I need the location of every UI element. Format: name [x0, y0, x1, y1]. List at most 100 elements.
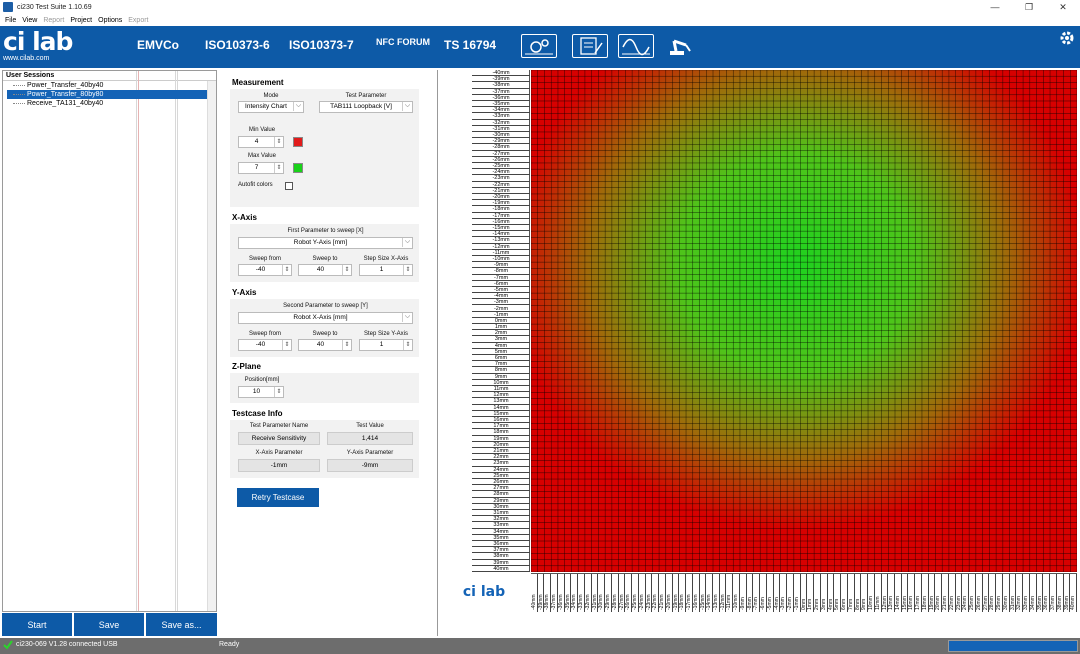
x-tick-label: 26mm	[976, 574, 983, 612]
start-button[interactable]: Start	[2, 613, 72, 636]
close-button[interactable]: ✕	[1046, 0, 1080, 14]
max-color-swatch[interactable]	[293, 163, 303, 173]
y-step-size-label: Step Size Y-Axis	[363, 331, 409, 337]
autofit-label: Autofit colors	[238, 182, 273, 188]
session-item-label: Power_Transfer_40by40	[27, 82, 104, 89]
robot-arm-icon[interactable]	[664, 34, 700, 58]
x-tick-label: -1mm	[794, 574, 801, 612]
minimize-button[interactable]: —	[978, 0, 1012, 14]
autofit-checkbox[interactable]	[285, 182, 293, 190]
x-tick-label: 37mm	[1050, 574, 1057, 612]
x-tick-label: -14mm	[706, 574, 713, 612]
oscilloscope-icon[interactable]	[618, 34, 654, 58]
y-step-size-input[interactable]: 1	[359, 339, 413, 351]
iso10373-6-logo: ISO10373-6	[205, 38, 270, 52]
min-color-swatch[interactable]	[293, 137, 303, 147]
menu-view[interactable]: View	[22, 17, 37, 24]
session-item-label: Receive_TA131_40by40	[27, 100, 104, 107]
y-axis-card: Second Parameter to sweep [Y] Robot X-Ax…	[230, 299, 419, 357]
test-parameter-select[interactable]: TAB111 Loopback [V]	[319, 101, 413, 113]
menu-options[interactable]: Options	[98, 17, 122, 24]
y-sweep-from-label: Sweep from	[248, 331, 281, 337]
user-sessions-header: User Sessions	[3, 71, 216, 81]
x-axis-labels: -40mm -39mm -38mm -37mm -36mm -35mm -34mm -33mm…	[531, 573, 1077, 612]
mode-label: Mode	[263, 93, 279, 99]
checklist-icon[interactable]	[572, 34, 608, 58]
min-value-label: Min Value	[248, 127, 276, 133]
max-value-input[interactable]: 7	[238, 162, 284, 174]
maximize-button[interactable]: ❐	[1012, 0, 1046, 14]
y-sweep-to-input[interactable]: 40	[298, 339, 352, 351]
test-value-label: Test Value	[356, 423, 384, 429]
x-tick-label: 29mm	[996, 574, 1003, 612]
gear-icon[interactable]	[1058, 29, 1076, 47]
sessions-scrollbar[interactable]	[207, 81, 216, 611]
menu-project[interactable]: Project	[70, 17, 92, 24]
save-as-button[interactable]: Save as...	[146, 613, 217, 636]
cilab-corner-logo: ci lab	[462, 584, 506, 600]
nfc-forum-logo: NFC FORUM	[376, 37, 430, 47]
y-param-select[interactable]: Robot X-Axis [mm]	[238, 312, 413, 324]
emvco-logo: EMVCo	[137, 38, 179, 52]
min-value-input[interactable]: 4	[238, 136, 284, 148]
x-tick-label: -18mm	[679, 574, 687, 612]
session-item[interactable]: Receive_TA131_40by40	[7, 99, 208, 108]
y-axis-parameter-value: -9mm	[327, 459, 413, 472]
x-tick-label: -6mm	[760, 574, 767, 612]
y-tick-label: 40mm	[472, 566, 530, 572]
cilab-logo-text: ci lab	[3, 27, 73, 56]
x-tick-label: 21mm	[942, 574, 949, 612]
x-tick-label: -10mm	[733, 574, 740, 612]
retry-testcase-button[interactable]: Retry Testcase	[237, 488, 319, 507]
x-tick-label: 10mm	[868, 574, 875, 612]
user-sessions-panel: User Sessions Power_Transfer_40by40 Powe…	[2, 70, 217, 612]
x-param-select[interactable]: Robot Y-Axis [mm]	[238, 237, 413, 249]
session-item[interactable]: Power_Transfer_40by40	[7, 81, 208, 90]
title-bar: ci230 Test Suite 1.10.69 — ❐ ✕	[0, 0, 1080, 14]
y-axis-parameter-label: Y-Axis Parameter	[346, 450, 394, 456]
iso10373-7-logo: ISO10373-7	[289, 38, 354, 52]
x-tick-label: 30mm	[1003, 574, 1010, 612]
x-tick-label: -2mm	[787, 574, 794, 612]
x-tick-label: -20mm	[666, 574, 673, 612]
x-tick-label: 18mm	[922, 574, 929, 612]
test-parameter-label: Test Parameter	[345, 93, 387, 99]
x-tick-label: -33mm	[578, 574, 585, 612]
session-item-label: Power_Transfer_80by80	[27, 91, 104, 98]
y-sweep-from-input[interactable]: -40	[238, 339, 292, 351]
x-tick-label: 22mm	[949, 574, 956, 612]
cilab-logo: ci lab www.cilab.com	[3, 29, 83, 65]
x-step-size-label: Step Size X-Axis	[363, 256, 409, 262]
x-tick-label: -32mm	[585, 574, 592, 612]
save-button[interactable]: Save	[74, 613, 144, 636]
measurement-title: Measurement	[232, 78, 284, 87]
x-tick-label: 36mm	[1043, 574, 1051, 612]
x-tick-label: -16mm	[693, 574, 700, 612]
session-item-selected[interactable]: Power_Transfer_80by80	[7, 90, 208, 99]
settings-panel: Measurement Mode Intensity Chart Test Pa…	[219, 70, 435, 636]
tree-connector	[13, 85, 25, 86]
x-tick-label: -5mm	[767, 574, 774, 612]
heatmap-field	[531, 70, 1077, 572]
x-tick-label: 13mm	[888, 574, 895, 612]
heatmap-panel: -40mm -39mm -38mm -37mm -36mm -35mm -34mm -33mm…	[437, 70, 1078, 636]
window-controls: — ❐ ✕	[978, 0, 1080, 14]
mode-select[interactable]: Intensity Chart	[238, 101, 304, 113]
z-position-input[interactable]: 10	[238, 386, 284, 398]
app-icon	[3, 2, 13, 12]
x-tick-label: -24mm	[639, 574, 646, 612]
x-tick-label: -25mm	[632, 574, 639, 612]
settings-cogs-icon[interactable]	[521, 34, 557, 58]
x-sweep-from-input[interactable]: -40	[238, 264, 292, 276]
x-axis-card: First Parameter to sweep [X] Robot Y-Axi…	[230, 224, 419, 282]
x-axis-parameter-value: -1mm	[238, 459, 320, 472]
window-title: ci230 Test Suite 1.10.69	[17, 3, 92, 11]
test-parameter-name-label: Test Parameter Name	[249, 423, 309, 429]
x-step-size-input[interactable]: 1	[359, 264, 413, 276]
x-sweep-to-input[interactable]: 40	[298, 264, 352, 276]
intensity-heatmap[interactable]	[531, 70, 1077, 572]
x-tick-label: 9mm	[861, 574, 869, 612]
x-sweep-to-label: Sweep to	[312, 256, 338, 262]
x-tick-label: 14mm	[895, 574, 902, 612]
menu-file[interactable]: File	[5, 17, 16, 24]
